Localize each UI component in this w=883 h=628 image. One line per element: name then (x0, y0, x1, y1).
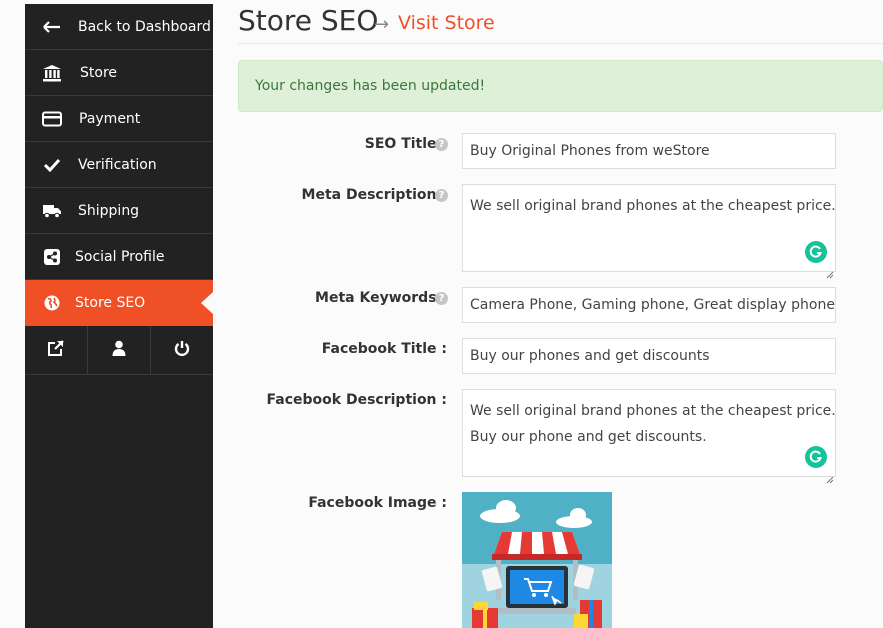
sidebar-item-store-seo[interactable]: Store SEO (25, 280, 213, 326)
help-icon[interactable]: ? (435, 189, 448, 202)
resize-handle[interactable] (826, 262, 834, 279)
page: Back to Dashboard Store Payment Verifica… (0, 0, 883, 628)
main-content: Store SEO → Visit Store Your changes has… (238, 0, 883, 628)
grammarly-icon[interactable] (805, 446, 827, 468)
arrow-left-icon (41, 16, 63, 38)
globe-icon (41, 292, 63, 314)
meta-description-label: Meta Description : (301, 187, 447, 203)
share-icon (41, 246, 63, 268)
sidebar-item-label: Shipping (78, 202, 140, 219)
sidebar-item-shipping[interactable]: Shipping (25, 188, 213, 234)
help-icon[interactable]: ? (435, 138, 448, 151)
sidebar-item-label: Store (80, 64, 118, 81)
page-header: Store SEO → Visit Store (238, 4, 883, 44)
help-icon[interactable]: ? (435, 292, 448, 305)
truck-icon (41, 200, 63, 222)
check-icon (41, 154, 63, 176)
facebook-title-label: Facebook Title : (321, 341, 447, 357)
sidebar-item-store[interactable]: Store (25, 50, 213, 96)
sidebar-item-label: Back to Dashboard (78, 18, 211, 35)
facebook-image-label: Facebook Image : (308, 495, 447, 511)
grammarly-icon[interactable] (805, 241, 827, 263)
facebook-image-preview[interactable] (462, 492, 612, 628)
page-title: Store SEO (238, 4, 379, 37)
visit-store-link[interactable]: Visit Store (398, 12, 495, 34)
sidebar-item-label: Verification (78, 156, 157, 173)
sidebar: Back to Dashboard Store Payment Verifica… (25, 4, 213, 628)
sidebar-item-label: Payment (79, 110, 141, 127)
sidebar-item-back-to-dashboard[interactable]: Back to Dashboard (25, 4, 213, 50)
external-link-icon (47, 339, 65, 361)
user-icon (112, 340, 126, 360)
sidebar-item-social-profile[interactable]: Social Profile (25, 234, 213, 280)
seo-title-input[interactable]: Buy Original Phones from weStore (462, 133, 836, 169)
external-link-button[interactable] (25, 326, 88, 374)
credit-card-icon (41, 108, 63, 130)
alert-message: Your changes has been updated! (255, 78, 486, 94)
meta-keywords-label: Meta Keywords : (315, 290, 447, 306)
arrow-right-icon: → (374, 14, 390, 35)
online-store-illustration (462, 492, 612, 628)
power-icon (174, 340, 190, 361)
sidebar-item-label: Social Profile (75, 248, 165, 265)
sidebar-bottom-actions (25, 326, 213, 375)
facebook-description-label: Facebook Description : (266, 392, 447, 408)
meta-description-textarea[interactable]: We sell original brand phones at the che… (462, 184, 836, 279)
bank-icon (41, 62, 63, 84)
resize-handle[interactable] (826, 467, 834, 484)
success-alert: Your changes has been updated! (238, 60, 883, 112)
sidebar-item-verification[interactable]: Verification (25, 142, 213, 188)
user-profile-button[interactable] (88, 326, 151, 374)
facebook-title-input[interactable]: Buy our phones and get discounts (462, 338, 836, 374)
facebook-description-textarea[interactable]: We sell original brand phones at the che… (462, 389, 836, 484)
sidebar-item-label: Store SEO (75, 294, 146, 311)
sidebar-item-payment[interactable]: Payment (25, 96, 213, 142)
logout-button[interactable] (151, 326, 213, 374)
meta-keywords-input[interactable]: Camera Phone, Gaming phone, Great displa… (462, 287, 836, 323)
